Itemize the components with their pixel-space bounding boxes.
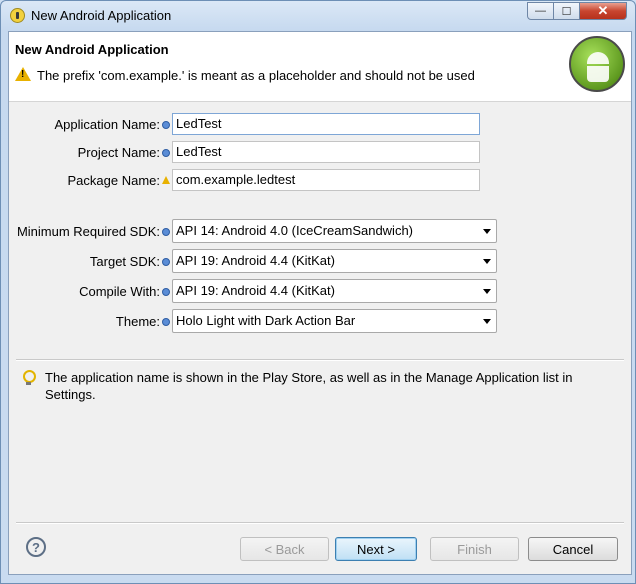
window-title: New Android Application — [31, 8, 172, 23]
separator — [16, 522, 624, 524]
application-name-input[interactable]: LedTest — [172, 113, 480, 135]
dropdown-arrow-icon — [483, 259, 491, 264]
warning-icon — [15, 67, 31, 81]
wizard-title: New Android Application — [15, 42, 169, 57]
compile-with-label: Compile With: — [79, 284, 160, 299]
close-button[interactable]: ✕ — [579, 2, 627, 20]
compile-with-select[interactable]: API 19: Android 4.4 (KitKat) — [172, 279, 497, 303]
wizard-header: New Android Application The prefix 'com.… — [9, 32, 631, 102]
dialog-window: New Android Application — ☐ ✕ New Androi… — [0, 0, 636, 584]
target-sdk-select[interactable]: API 19: Android 4.4 (KitKat) — [172, 249, 497, 273]
title-bar[interactable]: New Android Application — ☐ ✕ — [1, 1, 635, 31]
cancel-button[interactable]: Cancel — [528, 537, 618, 561]
dropdown-arrow-icon — [483, 229, 491, 234]
theme-select[interactable]: Holo Light with Dark Action Bar — [172, 309, 497, 333]
min-sdk-select[interactable]: API 14: Android 4.0 (IceCreamSandwich) — [172, 219, 497, 243]
compile-with-value: API 19: Android 4.4 (KitKat) — [176, 283, 335, 298]
info-icon — [162, 288, 170, 296]
theme-value: Holo Light with Dark Action Bar — [176, 313, 356, 328]
minimize-button[interactable]: — — [527, 2, 554, 20]
separator — [16, 359, 624, 361]
lightbulb-icon — [23, 370, 36, 385]
dropdown-arrow-icon — [483, 289, 491, 294]
warning-icon — [162, 176, 170, 184]
help-icon[interactable]: ? — [26, 537, 46, 557]
wizard-panel: New Android Application The prefix 'com.… — [8, 31, 632, 575]
package-name-input[interactable]: com.example.ledtest — [172, 169, 480, 191]
android-logo-icon — [569, 36, 625, 92]
application-name-label: Application Name: — [54, 117, 161, 132]
package-name-label: Package Name: — [67, 173, 161, 188]
min-sdk-label: Minimum Required SDK: — [16, 224, 160, 239]
android-app-icon — [10, 8, 25, 23]
wizard-message: The prefix 'com.example.' is meant as a … — [37, 68, 475, 83]
info-icon — [162, 258, 170, 266]
hint-text: The application name is shown in the Pla… — [45, 370, 573, 402]
info-icon — [162, 318, 170, 326]
finish-button[interactable]: Finish — [430, 537, 519, 561]
info-icon — [162, 121, 170, 129]
project-name-label: Project Name: — [77, 145, 160, 160]
theme-label: Theme: — [115, 314, 160, 329]
info-icon — [162, 149, 170, 157]
maximize-button[interactable]: ☐ — [553, 2, 580, 20]
next-button[interactable]: Next > — [335, 537, 417, 561]
dropdown-arrow-icon — [483, 319, 491, 324]
info-icon — [162, 228, 170, 236]
back-button[interactable]: < Back — [240, 537, 329, 561]
project-name-input[interactable]: LedTest — [172, 141, 480, 163]
target-sdk-label: Target SDK: — [89, 254, 160, 269]
min-sdk-value: API 14: Android 4.0 (IceCreamSandwich) — [176, 223, 414, 238]
target-sdk-value: API 19: Android 4.4 (KitKat) — [176, 253, 335, 268]
